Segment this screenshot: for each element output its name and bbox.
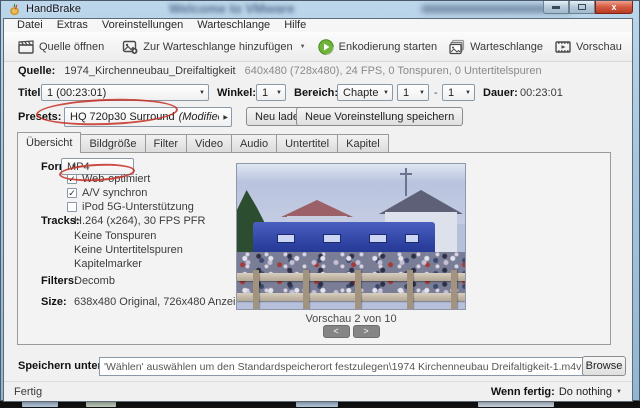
queue-icon <box>449 39 465 55</box>
preview-button[interactable]: Vorschau <box>549 36 628 58</box>
range-type-select[interactable]: Chapters ▼ <box>337 84 393 101</box>
open-source-label: Quelle öffnen <box>39 41 104 53</box>
save-label: Speichern unter: <box>18 360 105 372</box>
angle-label: Winkel: <box>217 87 256 99</box>
source-details: 640x480 (728x480), 24 FPS, 0 Tonspuren, … <box>245 65 542 77</box>
preview-caption: Vorschau 2 von 10 <box>236 313 466 325</box>
overview-panel: Format: MP4 ▼ ✓ Web-optimiert ✓ A/V sync… <box>17 152 611 345</box>
close-button[interactable]: x <box>595 1 633 14</box>
queue-button[interactable]: Warteschlange <box>443 36 549 58</box>
flyout-arrow-icon: ▶ <box>223 114 228 121</box>
preview-next-button[interactable]: > <box>353 325 380 338</box>
when-done-control[interactable]: Wenn fertig: Do nothing ▼ <box>491 386 622 398</box>
menu-extras[interactable]: Extras <box>50 19 95 32</box>
chevron-down-icon: ▼ <box>300 44 306 50</box>
background-window-text: Welcome to VMware <box>169 1 294 16</box>
play-icon <box>318 39 334 55</box>
toolbar: Quelle öffnen Zur Warteschlange hinzufüg… <box>4 32 632 62</box>
menu-datei[interactable]: Datei <box>10 19 50 32</box>
chevron-down-icon: ▼ <box>616 389 622 395</box>
track-chapters: Kapitelmarker <box>74 258 142 270</box>
range-separator: - <box>434 87 438 99</box>
filters-label: Filters: <box>41 275 78 287</box>
checkbox-ipod-5g[interactable]: iPod 5G-Unterstützung <box>67 201 194 213</box>
close-icon: x <box>611 2 616 12</box>
menu-bar: Datei Extras Voreinstellungen Warteschla… <box>4 19 632 32</box>
status-text: Fertig <box>14 386 42 398</box>
filters-value: Decomb <box>74 275 115 287</box>
menu-voreinstellungen[interactable]: Voreinstellungen <box>95 19 190 32</box>
checkbox-unchecked-icon <box>67 202 77 212</box>
preview-label: Vorschau <box>576 41 622 53</box>
track-audio: Keine Tonspuren <box>74 230 156 242</box>
titlebar[interactable]: Welcome to VMware HandBrake x <box>1 1 639 18</box>
tab-strip: Übersicht Bildgröße Filter Video Audio U… <box>17 132 389 153</box>
title-row: Titel: 1 (00:23:01) ▼ Winkel: 1 ▼ Bereic… <box>4 81 632 101</box>
tab-untertitel[interactable]: Untertitel <box>277 134 338 153</box>
status-bar: Fertig Wenn fertig: Do nothing ▼ <box>4 381 632 401</box>
minimize-button[interactable] <box>543 1 569 14</box>
save-row: Speichern unter: Browse <box>4 356 632 378</box>
preview-nav: < > <box>236 325 466 338</box>
start-encode-label: Enkodierung starten <box>339 41 437 53</box>
range-label: Bereich: <box>294 87 338 99</box>
tab-uebersicht[interactable]: Übersicht <box>17 132 81 153</box>
add-to-queue-label: Zur Warteschlange hinzufügen <box>143 41 292 53</box>
track-subtitles: Keine Untertitelspuren <box>74 244 183 256</box>
size-value: 638x480 Original, 726x480 Anzeige <box>74 296 248 308</box>
checkbox-av-sync[interactable]: ✓ A/V synchron <box>67 187 147 199</box>
source-label: Quelle: <box>18 65 55 77</box>
tab-audio[interactable]: Audio <box>232 134 277 153</box>
client-area: Datei Extras Voreinstellungen Warteschla… <box>3 18 633 402</box>
tab-filter[interactable]: Filter <box>146 134 187 153</box>
start-encode-button[interactable]: Enkodierung starten <box>312 36 443 58</box>
chevron-down-icon: ▼ <box>419 90 425 96</box>
maximize-button[interactable] <box>569 1 595 14</box>
when-done-label: Wenn fertig: <box>491 386 555 398</box>
filmstrip-icon <box>555 39 571 55</box>
add-to-queue-icon <box>122 39 138 55</box>
source-name: 1974_Kirchenneubau_Dreifaltigkeit <box>64 65 235 77</box>
queue-label: Warteschlange <box>470 41 543 53</box>
screen: Welcome to VMware HandBrake x Datei Extr… <box>0 0 640 408</box>
tab-bildgroesse[interactable]: Bildgröße <box>81 134 145 153</box>
window-title: HandBrake <box>26 3 81 15</box>
destination-path-input[interactable] <box>99 357 587 376</box>
duration-label: Dauer: <box>483 87 518 99</box>
preview-image <box>236 163 466 310</box>
size-label: Size: <box>41 296 67 308</box>
chevron-down-icon: ▼ <box>199 90 205 96</box>
when-done-value: Do nothing <box>559 386 612 398</box>
chevron-down-icon: ▼ <box>383 90 389 96</box>
angle-select[interactable]: 1 ▼ <box>256 84 286 101</box>
chevron-down-icon: ▼ <box>465 90 471 96</box>
menu-hilfe[interactable]: Hilfe <box>277 19 313 32</box>
activity-log-button[interactable]: Activity Log <box>628 36 633 58</box>
preset-modified-flag: (Modified) <box>179 111 220 123</box>
track-video: H.264 (x264), 30 FPS PFR <box>74 215 205 227</box>
preview-prev-button[interactable]: < <box>323 325 350 338</box>
range-end-select[interactable]: 1 ▼ <box>442 84 475 101</box>
browse-button[interactable]: Browse <box>582 356 626 376</box>
add-to-queue-button[interactable]: Zur Warteschlange hinzufügen ▼ <box>116 36 311 58</box>
clapperboard-icon <box>18 39 34 55</box>
menu-warteschlange[interactable]: Warteschlange <box>190 19 277 32</box>
checkbox-checked-icon: ✓ <box>67 188 77 198</box>
handbrake-window: Welcome to VMware HandBrake x Datei Extr… <box>0 0 640 401</box>
handbrake-logo-icon <box>8 3 21 16</box>
open-source-button[interactable]: Quelle öffnen <box>12 36 110 58</box>
save-preset-button[interactable]: Neue Voreinstellung speichern <box>296 107 463 126</box>
window-controls: x <box>543 1 633 14</box>
source-row: Quelle: 1974_Kirchenneubau_Dreifaltigkei… <box>18 65 622 77</box>
range-start-select[interactable]: 1 ▼ <box>397 84 429 101</box>
tab-kapitel[interactable]: Kapitel <box>338 134 389 153</box>
tab-video[interactable]: Video <box>187 134 232 153</box>
duration-value: 00:23:01 <box>520 87 563 99</box>
chevron-down-icon: ▼ <box>276 90 282 96</box>
